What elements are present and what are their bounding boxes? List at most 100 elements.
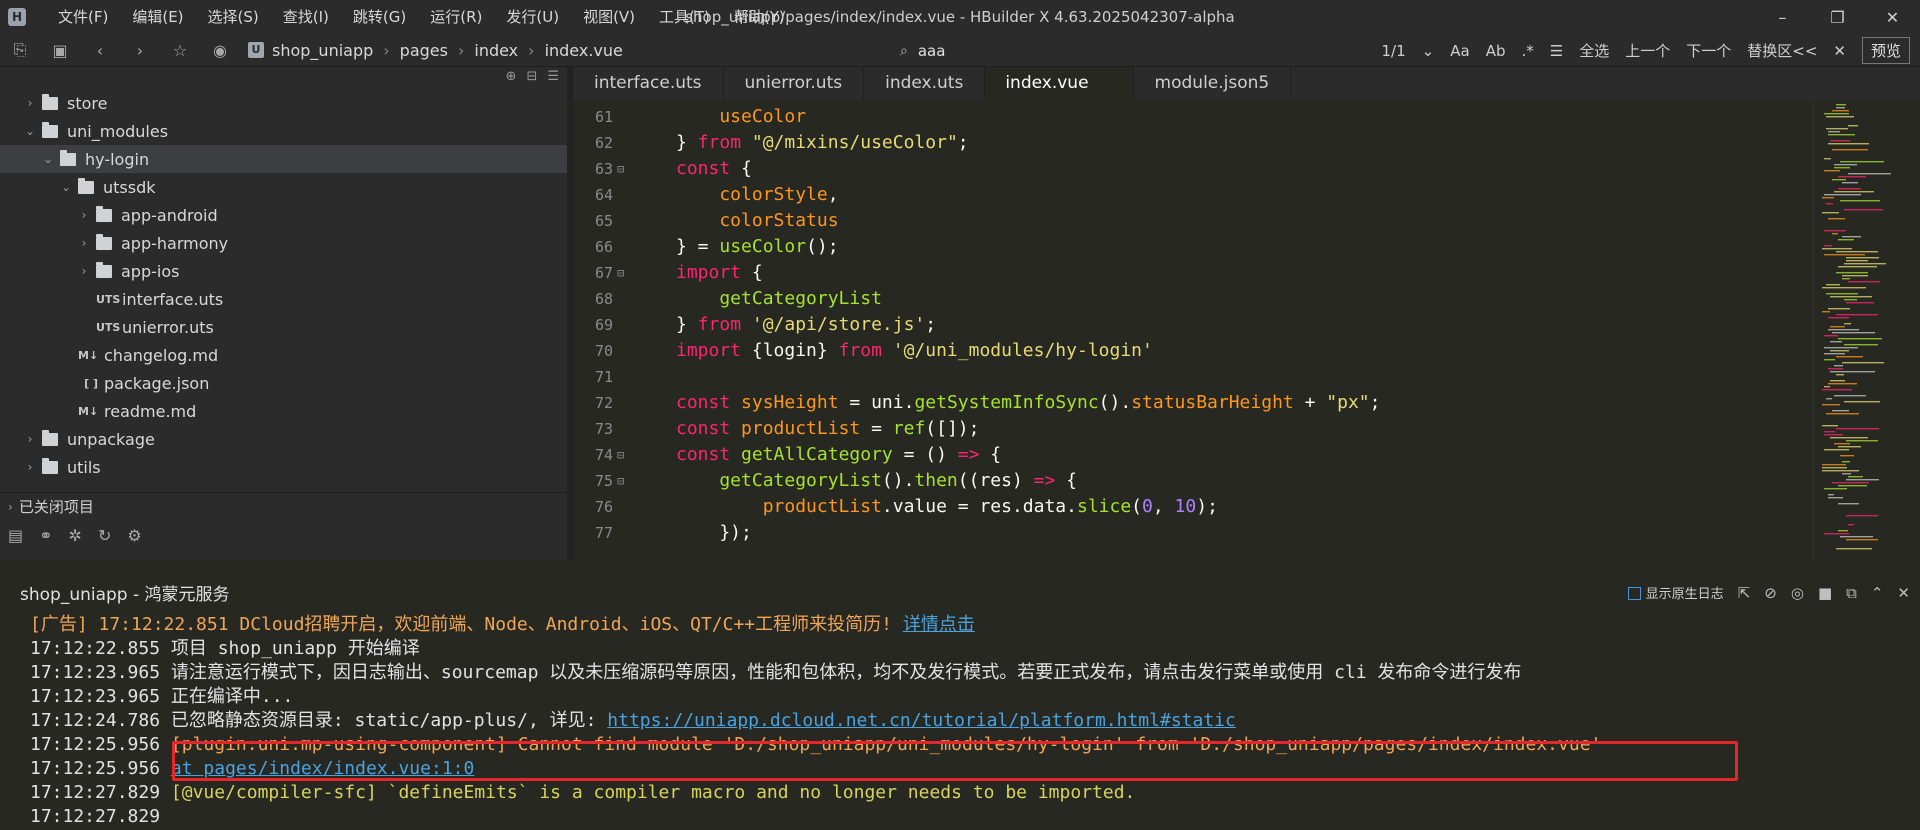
menu-item[interactable]: 视图(V) (571, 0, 647, 34)
code-editor[interactable]: 61 useColor 62} from "@/mixins/useColor";… (573, 100, 1813, 560)
log-link[interactable]: https://uniapp.dcloud.net.cn/tutorial/pl… (607, 710, 1236, 731)
match-count[interactable]: 1/1 (1374, 42, 1414, 60)
close-icon[interactable]: ✕ (1897, 584, 1910, 602)
minimize-icon[interactable]: – (1755, 0, 1810, 34)
restore-icon[interactable]: ❐ (1810, 0, 1865, 34)
clear-icon[interactable]: ⊘ (1764, 584, 1777, 602)
tree-folder[interactable]: › app-harmony (0, 229, 567, 257)
chevron-down-icon[interactable]: ⌄ (1414, 42, 1443, 60)
refresh-icon[interactable]: ↻ (98, 526, 111, 545)
menu-item[interactable]: 编辑(E) (120, 0, 195, 34)
chevron-right-icon[interactable]: › (76, 264, 92, 278)
whole-word-icon[interactable]: Ab (1478, 42, 1514, 60)
chevron-right-icon[interactable]: › (22, 96, 38, 110)
locate-icon[interactable]: ⊕ (506, 69, 517, 84)
replace-toggle[interactable]: 替换区<< (1739, 40, 1825, 61)
star-icon[interactable]: ☆ (160, 34, 200, 67)
chevron-right-icon[interactable]: › (22, 432, 38, 446)
closed-projects[interactable]: › 已关闭项目 (0, 492, 567, 520)
code-line[interactable]: 68 getCategoryList (573, 286, 1813, 312)
run-icon[interactable]: ◎ (1791, 584, 1804, 602)
menu-item[interactable]: 选择(S) (196, 0, 271, 34)
chevron-right-icon[interactable]: › (22, 460, 38, 474)
code-line[interactable]: 71 (573, 364, 1813, 390)
tree-folder[interactable]: › utils (0, 453, 567, 481)
fold-icon[interactable]: ⊟ (617, 468, 624, 494)
tree-folder[interactable]: › store (0, 89, 567, 117)
editor-tab[interactable]: interface.uts (573, 67, 724, 100)
debug-icon[interactable]: ✲ (69, 526, 82, 545)
chevron-right-icon[interactable]: › (76, 208, 92, 222)
code-line[interactable]: 63 ⊟ const { (573, 156, 1813, 182)
code-line[interactable]: 64 colorStyle, (573, 182, 1813, 208)
menu-icon[interactable]: ☰ (1542, 42, 1571, 60)
tree-folder[interactable]: ⌄ hy-login (0, 145, 567, 173)
breadcrumb-item[interactable]: index (474, 41, 518, 60)
chevron-down-icon[interactable]: ⌄ (40, 152, 56, 166)
code-line[interactable]: 76 productList.value = res.data.slice(0,… (573, 494, 1813, 520)
breadcrumb-item[interactable]: shop_uniapp (272, 41, 373, 60)
preview-button[interactable]: 预览 (1861, 37, 1910, 64)
case-sensitive-icon[interactable]: Aa (1442, 42, 1477, 60)
log-link[interactable]: 详情点击 (903, 614, 975, 635)
new-file-icon[interactable]: ⎘ (0, 34, 40, 67)
select-all-button[interactable]: 全选 (1571, 40, 1617, 61)
save-icon[interactable]: ▣ (40, 34, 80, 67)
fold-icon[interactable]: ⊟ (617, 442, 624, 468)
chevron-down-icon[interactable]: ⌄ (22, 124, 38, 138)
collapse-all-icon[interactable]: ⊟ (526, 69, 537, 84)
tree-folder[interactable]: ⌄ uni_modules (0, 117, 567, 145)
menu-icon[interactable]: ☰ (547, 69, 559, 84)
editor-tab[interactable]: module.json5 (1134, 67, 1292, 100)
code-line[interactable]: 72 const sysHeight = uni.getSystemInfoSyn… (573, 390, 1813, 416)
tree-file[interactable]: [ ] package.json (0, 369, 567, 397)
menu-item[interactable]: 发行(U) (494, 0, 571, 34)
binoculars-icon[interactable]: ⚭ (39, 526, 52, 545)
code-line[interactable]: 74 ⊟ const getAllCategory = () => { (573, 442, 1813, 468)
native-log-toggle[interactable]: 显示原生日志 (1627, 583, 1724, 602)
tree-folder[interactable]: ⌄ utssdk (0, 173, 567, 201)
menu-item[interactable]: 运行(R) (418, 0, 494, 34)
tree-file[interactable]: UTS unierror.uts (0, 313, 567, 341)
breadcrumb-item[interactable]: index.vue (545, 41, 623, 60)
code-line[interactable]: 75 ⊟ getCategoryList().then((res) => { (573, 468, 1813, 494)
search-input[interactable] (917, 41, 1218, 60)
menu-item[interactable]: 查找(I) (271, 0, 341, 34)
code-line[interactable]: 67 ⊟ import { (573, 260, 1813, 286)
editor-tab[interactable]: unierror.uts (724, 67, 865, 100)
editor-tab[interactable]: index.vue (985, 67, 1134, 100)
close-icon[interactable]: ✕ (1825, 42, 1854, 60)
code-line[interactable]: 73 const productList = ref([]); (573, 416, 1813, 442)
code-line[interactable]: 62} from "@/mixins/useColor"; (573, 130, 1813, 156)
fold-icon[interactable]: ⊟ (617, 156, 624, 182)
forward-icon[interactable]: › (120, 34, 160, 67)
minimap[interactable] (1813, 100, 1920, 560)
export-icon[interactable]: ⇱ (1738, 584, 1751, 602)
tree-file[interactable]: UTS interface.uts (0, 285, 567, 313)
editor-tab[interactable]: index.uts (864, 67, 986, 100)
back-icon[interactable]: ‹ (80, 34, 120, 67)
next-button[interactable]: 下一个 (1678, 40, 1739, 61)
tree-file[interactable]: M↓ changelog.md (0, 341, 567, 369)
chevron-right-icon[interactable]: › (76, 236, 92, 250)
tree-folder[interactable]: › app-android (0, 201, 567, 229)
plugin-icon[interactable]: ⚙ (127, 526, 141, 545)
close-icon[interactable]: ✕ (1865, 0, 1920, 34)
breadcrumb-item[interactable]: pages (400, 41, 448, 60)
code-line[interactable]: 69} from '@/api/store.js'; (573, 312, 1813, 338)
menu-item[interactable]: 帮助(Y) (722, 0, 797, 34)
console-tab[interactable]: shop_uniapp - 鸿蒙元服务 (20, 580, 230, 613)
chevron-down-icon[interactable]: ⌄ (58, 180, 74, 194)
code-line[interactable]: 61 useColor (573, 104, 1813, 130)
regex-icon[interactable]: .* (1513, 42, 1541, 60)
code-line[interactable]: 66} = useColor(); (573, 234, 1813, 260)
fold-icon[interactable]: ⊟ (617, 260, 624, 286)
tree-folder[interactable]: › app-ios (0, 257, 567, 285)
code-line[interactable]: 70 import {login} from '@/uni_modules/hy-… (573, 338, 1813, 364)
menu-item[interactable]: 文件(F) (46, 0, 120, 34)
project-manager-icon[interactable]: ▤ (8, 526, 23, 545)
code-line[interactable]: 65 colorStatus (573, 208, 1813, 234)
tree-file[interactable]: M↓ readme.md (0, 397, 567, 425)
run-icon[interactable]: ◉ (200, 34, 240, 67)
tree-folder[interactable]: › unpackage (0, 425, 567, 453)
